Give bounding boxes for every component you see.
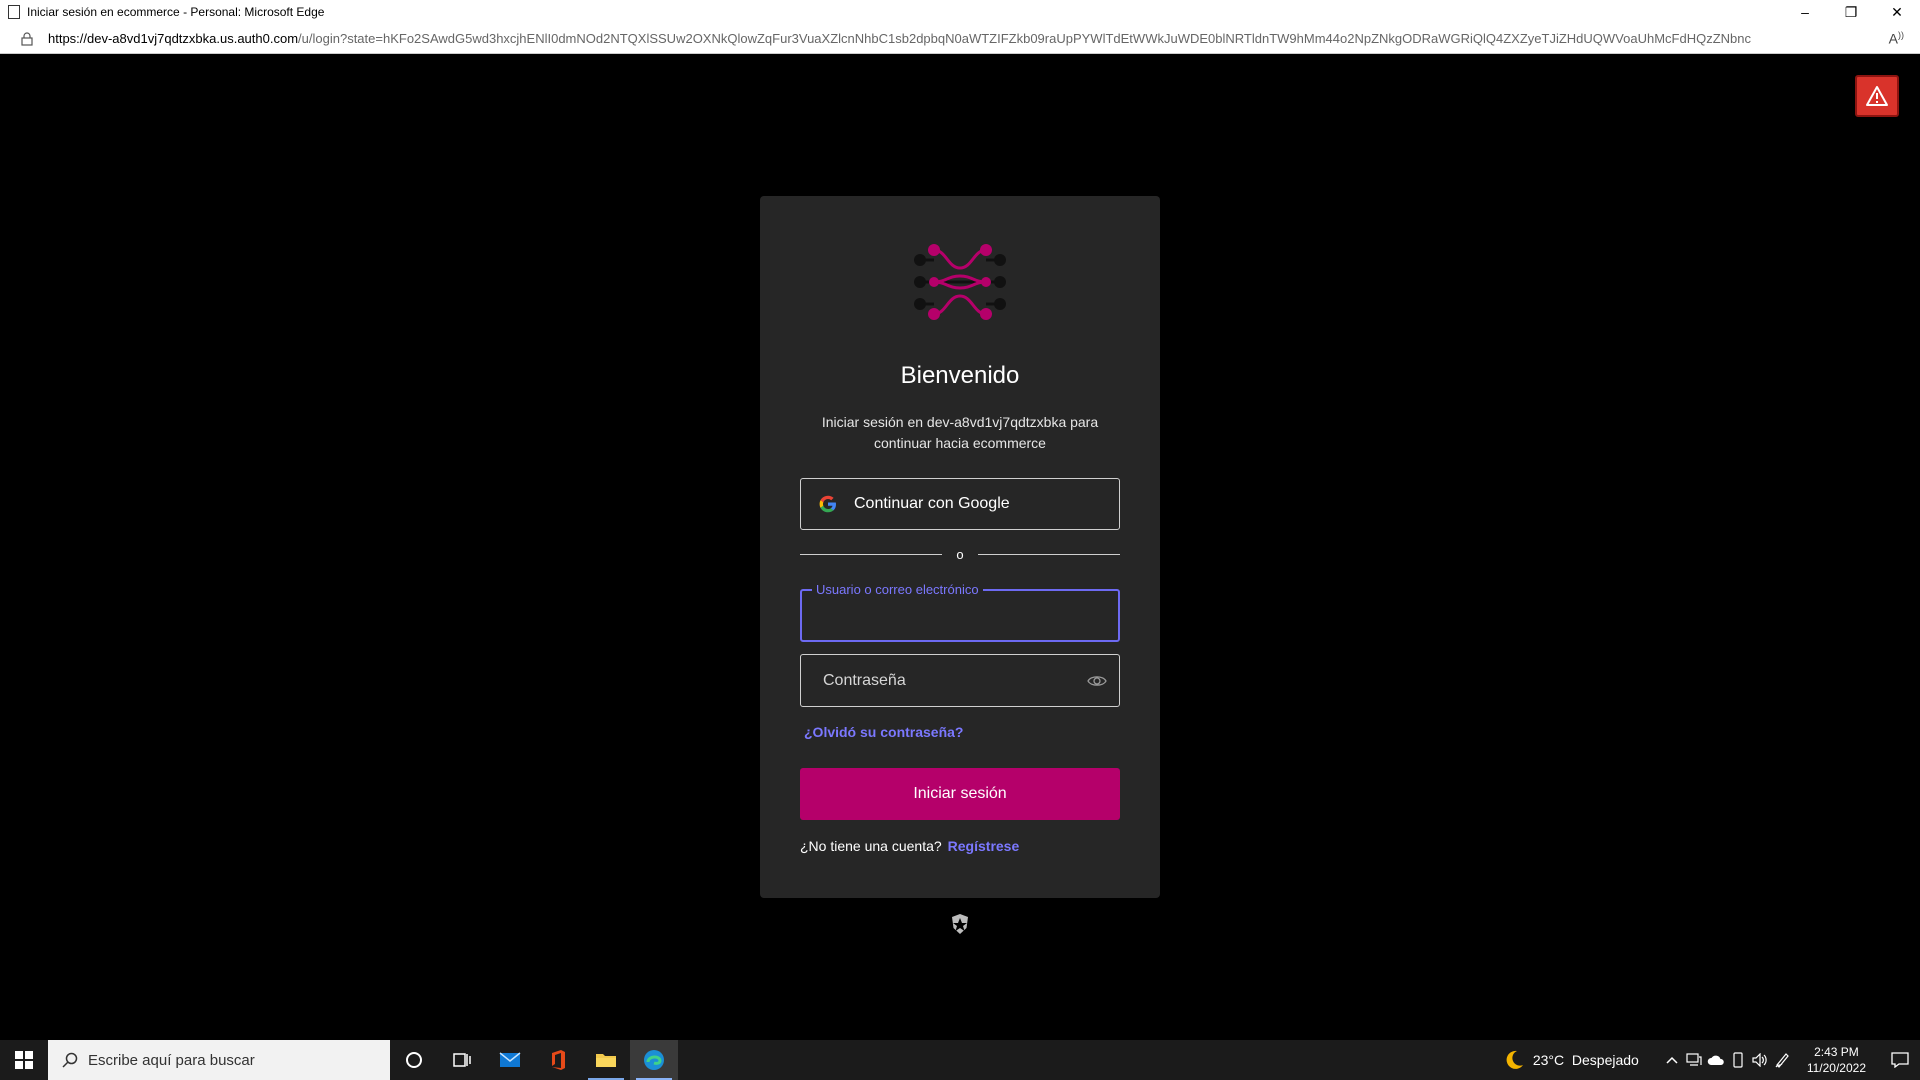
search-icon: [62, 1052, 78, 1068]
clock-date: 11/20/2022: [1806, 1061, 1866, 1075]
address-bar[interactable]: https://dev-a8vd1vj7qdtzxbka.us.auth0.co…: [0, 24, 1920, 54]
pen-icon[interactable]: [1771, 1040, 1793, 1080]
clock[interactable]: 2:43 PM 11/20/2022: [1807, 1044, 1866, 1076]
window-controls: – ❐ ✕: [1782, 0, 1920, 24]
volume-icon[interactable]: [1749, 1040, 1771, 1080]
signup-row: ¿No tiene una cuenta? Regístrese: [800, 838, 1019, 854]
show-password-icon[interactable]: [1087, 672, 1107, 690]
weather-widget[interactable]: 23°C Despejado: [1503, 1049, 1639, 1071]
weather-desc: Despejado: [1571, 1052, 1639, 1068]
window-title: Iniciar sesión en ecommerce - Personal: …: [27, 5, 325, 19]
divider-text: o: [956, 546, 964, 562]
taskbar: Escribe aquí para buscar 23°C Despejado: [0, 1040, 1920, 1080]
google-button-label: Continuar con Google: [854, 495, 1010, 512]
warning-icon[interactable]: [1855, 75, 1899, 117]
device-icon[interactable]: [1727, 1040, 1749, 1080]
or-divider: o: [800, 544, 1121, 564]
clock-time: 2:43 PM: [1814, 1045, 1859, 1059]
notification-icon[interactable]: [1880, 1040, 1920, 1080]
url-host: https://dev-a8vd1vj7qdtzxbka.us.auth0.co…: [48, 31, 299, 46]
divider-line-right: [977, 553, 1121, 555]
login-card: Bienvenido Iniciar sesión en dev-a8vd1vj…: [760, 196, 1160, 898]
username-input[interactable]: [802, 591, 1118, 640]
office-icon[interactable]: [534, 1040, 582, 1080]
url-text[interactable]: https://dev-a8vd1vj7qdtzxbka.us.auth0.co…: [48, 31, 1838, 46]
forgot-password-link[interactable]: ¿Olvidó su contraseña?: [804, 724, 963, 740]
password-input[interactable]: [801, 655, 1119, 706]
page-icon: [8, 5, 20, 19]
windows-start-icon[interactable]: [0, 1040, 48, 1080]
google-icon: [818, 494, 838, 514]
login-subtitle: Iniciar sesión en dev-a8vd1vj7qdtzxbka p…: [821, 414, 1099, 451]
password-field[interactable]: [800, 654, 1120, 707]
lock-icon[interactable]: [20, 31, 34, 47]
username-field[interactable]: Usuario o correo electrónico: [800, 582, 1120, 642]
url-path: /u/login?state=hKFo2SAwdG5wd3hxcjhENlI0d…: [298, 31, 1752, 46]
weather-temp: 23°C: [1532, 1052, 1565, 1068]
login-button[interactable]: Iniciar sesión: [800, 768, 1120, 820]
taskbar-search[interactable]: Escribe aquí para buscar: [48, 1040, 390, 1080]
minimize-button[interactable]: –: [1782, 0, 1828, 24]
task-view-icon[interactable]: [438, 1040, 486, 1080]
google-login-button[interactable]: Continuar con Google: [800, 478, 1120, 530]
brand-logo: [912, 238, 1008, 326]
chevron-up-icon[interactable]: [1661, 1040, 1683, 1080]
network-icon[interactable]: [1683, 1040, 1705, 1080]
auth0-shield-icon: [949, 913, 971, 935]
search-placeholder: Escribe aquí para buscar: [88, 1051, 255, 1069]
close-button[interactable]: ✕: [1874, 0, 1920, 24]
mail-icon[interactable]: [486, 1040, 534, 1080]
divider-line-left: [800, 553, 943, 555]
read-aloud-icon[interactable]: A)): [1889, 30, 1904, 47]
cortana-icon[interactable]: [390, 1040, 438, 1080]
system-tray: 23°C Despejado 2:43 PM 11/20/2022: [1503, 1040, 1920, 1080]
moon-icon: [1503, 1049, 1525, 1071]
onedrive-icon[interactable]: [1705, 1040, 1727, 1080]
restore-button[interactable]: ❐: [1828, 0, 1874, 24]
signup-link[interactable]: Regístrese: [948, 838, 1020, 854]
signup-prompt: ¿No tiene una cuenta?: [800, 838, 942, 854]
file-explorer-icon[interactable]: [582, 1040, 630, 1080]
page-title: Bienvenido: [900, 362, 1020, 389]
edge-icon[interactable]: [630, 1040, 678, 1080]
window-titlebar: Iniciar sesión en ecommerce - Personal: …: [0, 0, 1920, 24]
